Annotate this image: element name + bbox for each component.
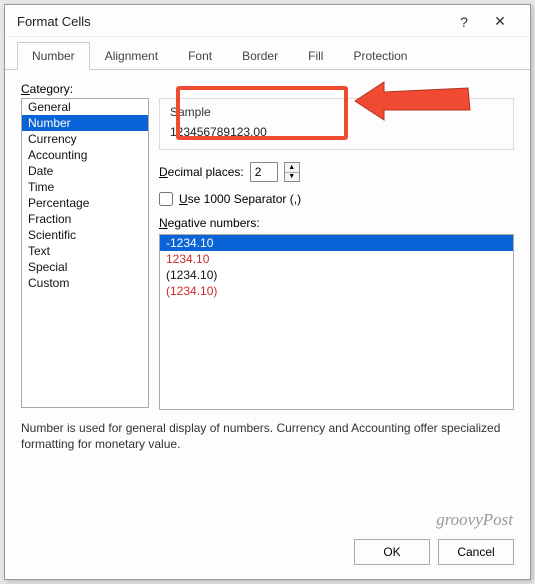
- category-item[interactable]: Currency: [22, 131, 148, 147]
- category-item[interactable]: Scientific: [22, 227, 148, 243]
- thousand-separator-row: Use 1000 Separator (,): [159, 192, 514, 206]
- category-label: Category:: [21, 82, 73, 96]
- format-description: Number is used for general display of nu…: [5, 418, 530, 458]
- close-button[interactable]: ✕: [482, 13, 518, 30]
- spinner-down-icon[interactable]: ▼: [285, 173, 299, 182]
- category-item[interactable]: General: [22, 99, 148, 115]
- negative-number-item[interactable]: 1234.10: [160, 251, 513, 267]
- negative-number-item[interactable]: (1234.10): [160, 267, 513, 283]
- negative-numbers-list[interactable]: -1234.101234.10(1234.10)(1234.10): [159, 234, 514, 410]
- dialog-title: Format Cells: [17, 14, 91, 29]
- decimal-places-label: Decimal places:: [159, 165, 244, 179]
- category-item[interactable]: Date: [22, 163, 148, 179]
- decimal-places-input[interactable]: [250, 162, 278, 182]
- tab-border[interactable]: Border: [227, 42, 293, 70]
- category-item[interactable]: Time: [22, 179, 148, 195]
- category-item[interactable]: Accounting: [22, 147, 148, 163]
- tab-fill[interactable]: Fill: [293, 42, 338, 70]
- sample-group: Sample 123456789123.00: [159, 98, 514, 150]
- category-list[interactable]: GeneralNumberCurrencyAccountingDateTimeP…: [21, 98, 149, 408]
- category-item[interactable]: Text: [22, 243, 148, 259]
- thousand-separator-label: Use 1000 Separator (,): [179, 192, 301, 206]
- tab-protection[interactable]: Protection: [338, 42, 422, 70]
- category-item[interactable]: Custom: [22, 275, 148, 291]
- tab-bar: NumberAlignmentFontBorderFillProtection: [5, 37, 530, 70]
- tab-number[interactable]: Number: [17, 42, 90, 70]
- decimal-places-row: Decimal places: ▲ ▼: [159, 162, 514, 182]
- category-item[interactable]: Percentage: [22, 195, 148, 211]
- tab-content-number: Category: GeneralNumberCurrencyAccountin…: [5, 70, 530, 418]
- spinner-up-icon[interactable]: ▲: [285, 163, 299, 173]
- category-item[interactable]: Fraction: [22, 211, 148, 227]
- category-item[interactable]: Number: [22, 115, 148, 131]
- ok-button[interactable]: OK: [354, 539, 430, 565]
- thousand-separator-checkbox[interactable]: [159, 192, 173, 206]
- category-item[interactable]: Special: [22, 259, 148, 275]
- dialog-button-row: OK Cancel: [5, 529, 530, 579]
- decimal-places-spinner[interactable]: ▲ ▼: [284, 162, 300, 182]
- negative-number-item[interactable]: -1234.10: [160, 235, 513, 251]
- help-button[interactable]: ?: [446, 14, 482, 30]
- cancel-button[interactable]: Cancel: [438, 539, 514, 565]
- tab-font[interactable]: Font: [173, 42, 227, 70]
- format-cells-dialog: Format Cells ? ✕ NumberAlignmentFontBord…: [4, 4, 531, 580]
- sample-label: Sample: [170, 105, 503, 119]
- titlebar: Format Cells ? ✕: [5, 5, 530, 37]
- number-options-panel: Sample 123456789123.00 Decimal places: ▲…: [159, 98, 514, 410]
- negative-numbers-label: Negative numbers:: [159, 216, 514, 230]
- tab-alignment[interactable]: Alignment: [90, 42, 173, 70]
- negative-number-item[interactable]: (1234.10): [160, 283, 513, 299]
- sample-value: 123456789123.00: [170, 125, 503, 139]
